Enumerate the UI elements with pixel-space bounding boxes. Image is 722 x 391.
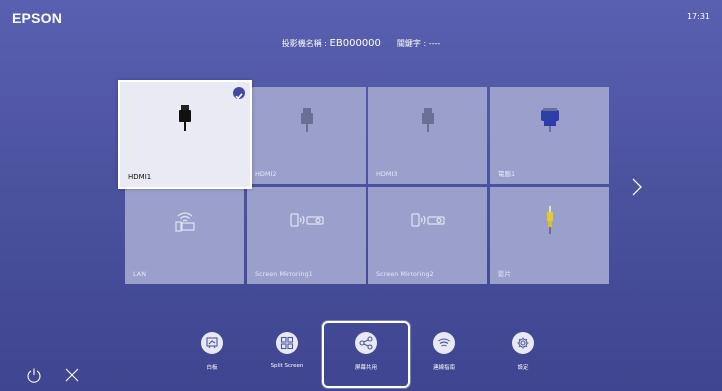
source-tile-computer1[interactable]: 電腦1: [490, 87, 609, 184]
selected-check-icon: [233, 87, 245, 100]
dock-item-whiteboard[interactable]: 白板: [172, 332, 252, 371]
hdmi-cable-icon: [300, 107, 314, 137]
source-tile-lan[interactable]: LAN: [125, 187, 244, 284]
dock-label: Split Screen: [270, 363, 304, 369]
keyword-label: 關鍵字 :: [396, 39, 429, 48]
screen-mirroring-icon: [289, 212, 324, 232]
screen-mirroring-icon: [410, 212, 445, 232]
power-icon[interactable]: [26, 367, 42, 387]
dock-label: 設定: [517, 365, 529, 371]
hdmi-cable-icon: [421, 107, 435, 137]
epson-logo: EPSON: [12, 10, 63, 26]
projector-name-value: EB000000: [329, 38, 381, 49]
dock-label: 連線指南: [432, 365, 455, 371]
projector-name-label: 投影機名稱 :: [281, 39, 330, 48]
source-tile-video[interactable]: 影片: [490, 187, 609, 284]
vga-connector-icon: [540, 107, 560, 137]
source-label: Screen Mirroring2: [376, 270, 434, 278]
source-label: HDMI1: [128, 173, 152, 181]
wireless-network-icon: [173, 208, 197, 236]
close-icon[interactable]: [64, 367, 80, 387]
source-label: 電腦1: [498, 170, 516, 178]
source-tile-screen-mirroring1[interactable]: Screen Mirroring1: [247, 187, 366, 284]
next-page-arrow-icon[interactable]: [631, 178, 643, 200]
source-label: 影片: [498, 270, 511, 278]
dock-item-settings[interactable]: 設定: [483, 332, 563, 371]
source-label: HDMI3: [376, 170, 398, 178]
clock: 17:31: [686, 12, 710, 21]
source-label: LAN: [133, 270, 147, 278]
dock-label: 白板: [206, 365, 218, 371]
dock-item-screen-share[interactable]: 屏幕共用: [326, 332, 406, 371]
source-tile-hdmi3[interactable]: HDMI3: [368, 87, 487, 184]
source-tile-hdmi2[interactable]: HDMI2: [247, 87, 366, 184]
dock-item-connection-guide[interactable]: 連線指南: [404, 332, 484, 371]
source-label: Screen Mirroring1: [255, 270, 313, 278]
dock-item-split-screen[interactable]: Split Screen: [247, 332, 327, 369]
source-label: HDMI2: [255, 170, 277, 178]
split-screen-icon: [276, 332, 298, 354]
source-tile-hdmi1[interactable]: HDMI1: [118, 80, 252, 189]
share-icon: [355, 332, 377, 354]
whiteboard-icon: [201, 332, 223, 354]
rca-video-plug-icon: [544, 205, 556, 238]
source-tile-screen-mirroring2[interactable]: Screen Mirroring2: [368, 187, 487, 284]
dock-label: 屏幕共用: [354, 365, 377, 371]
keyword-value: ----: [428, 39, 441, 48]
wifi-signal-icon: [433, 332, 455, 354]
hdmi-cable-icon: [178, 104, 192, 136]
projector-info: 投影機名稱 : EB000000 關鍵字 : ----: [0, 38, 722, 49]
gear-icon: [512, 332, 534, 354]
